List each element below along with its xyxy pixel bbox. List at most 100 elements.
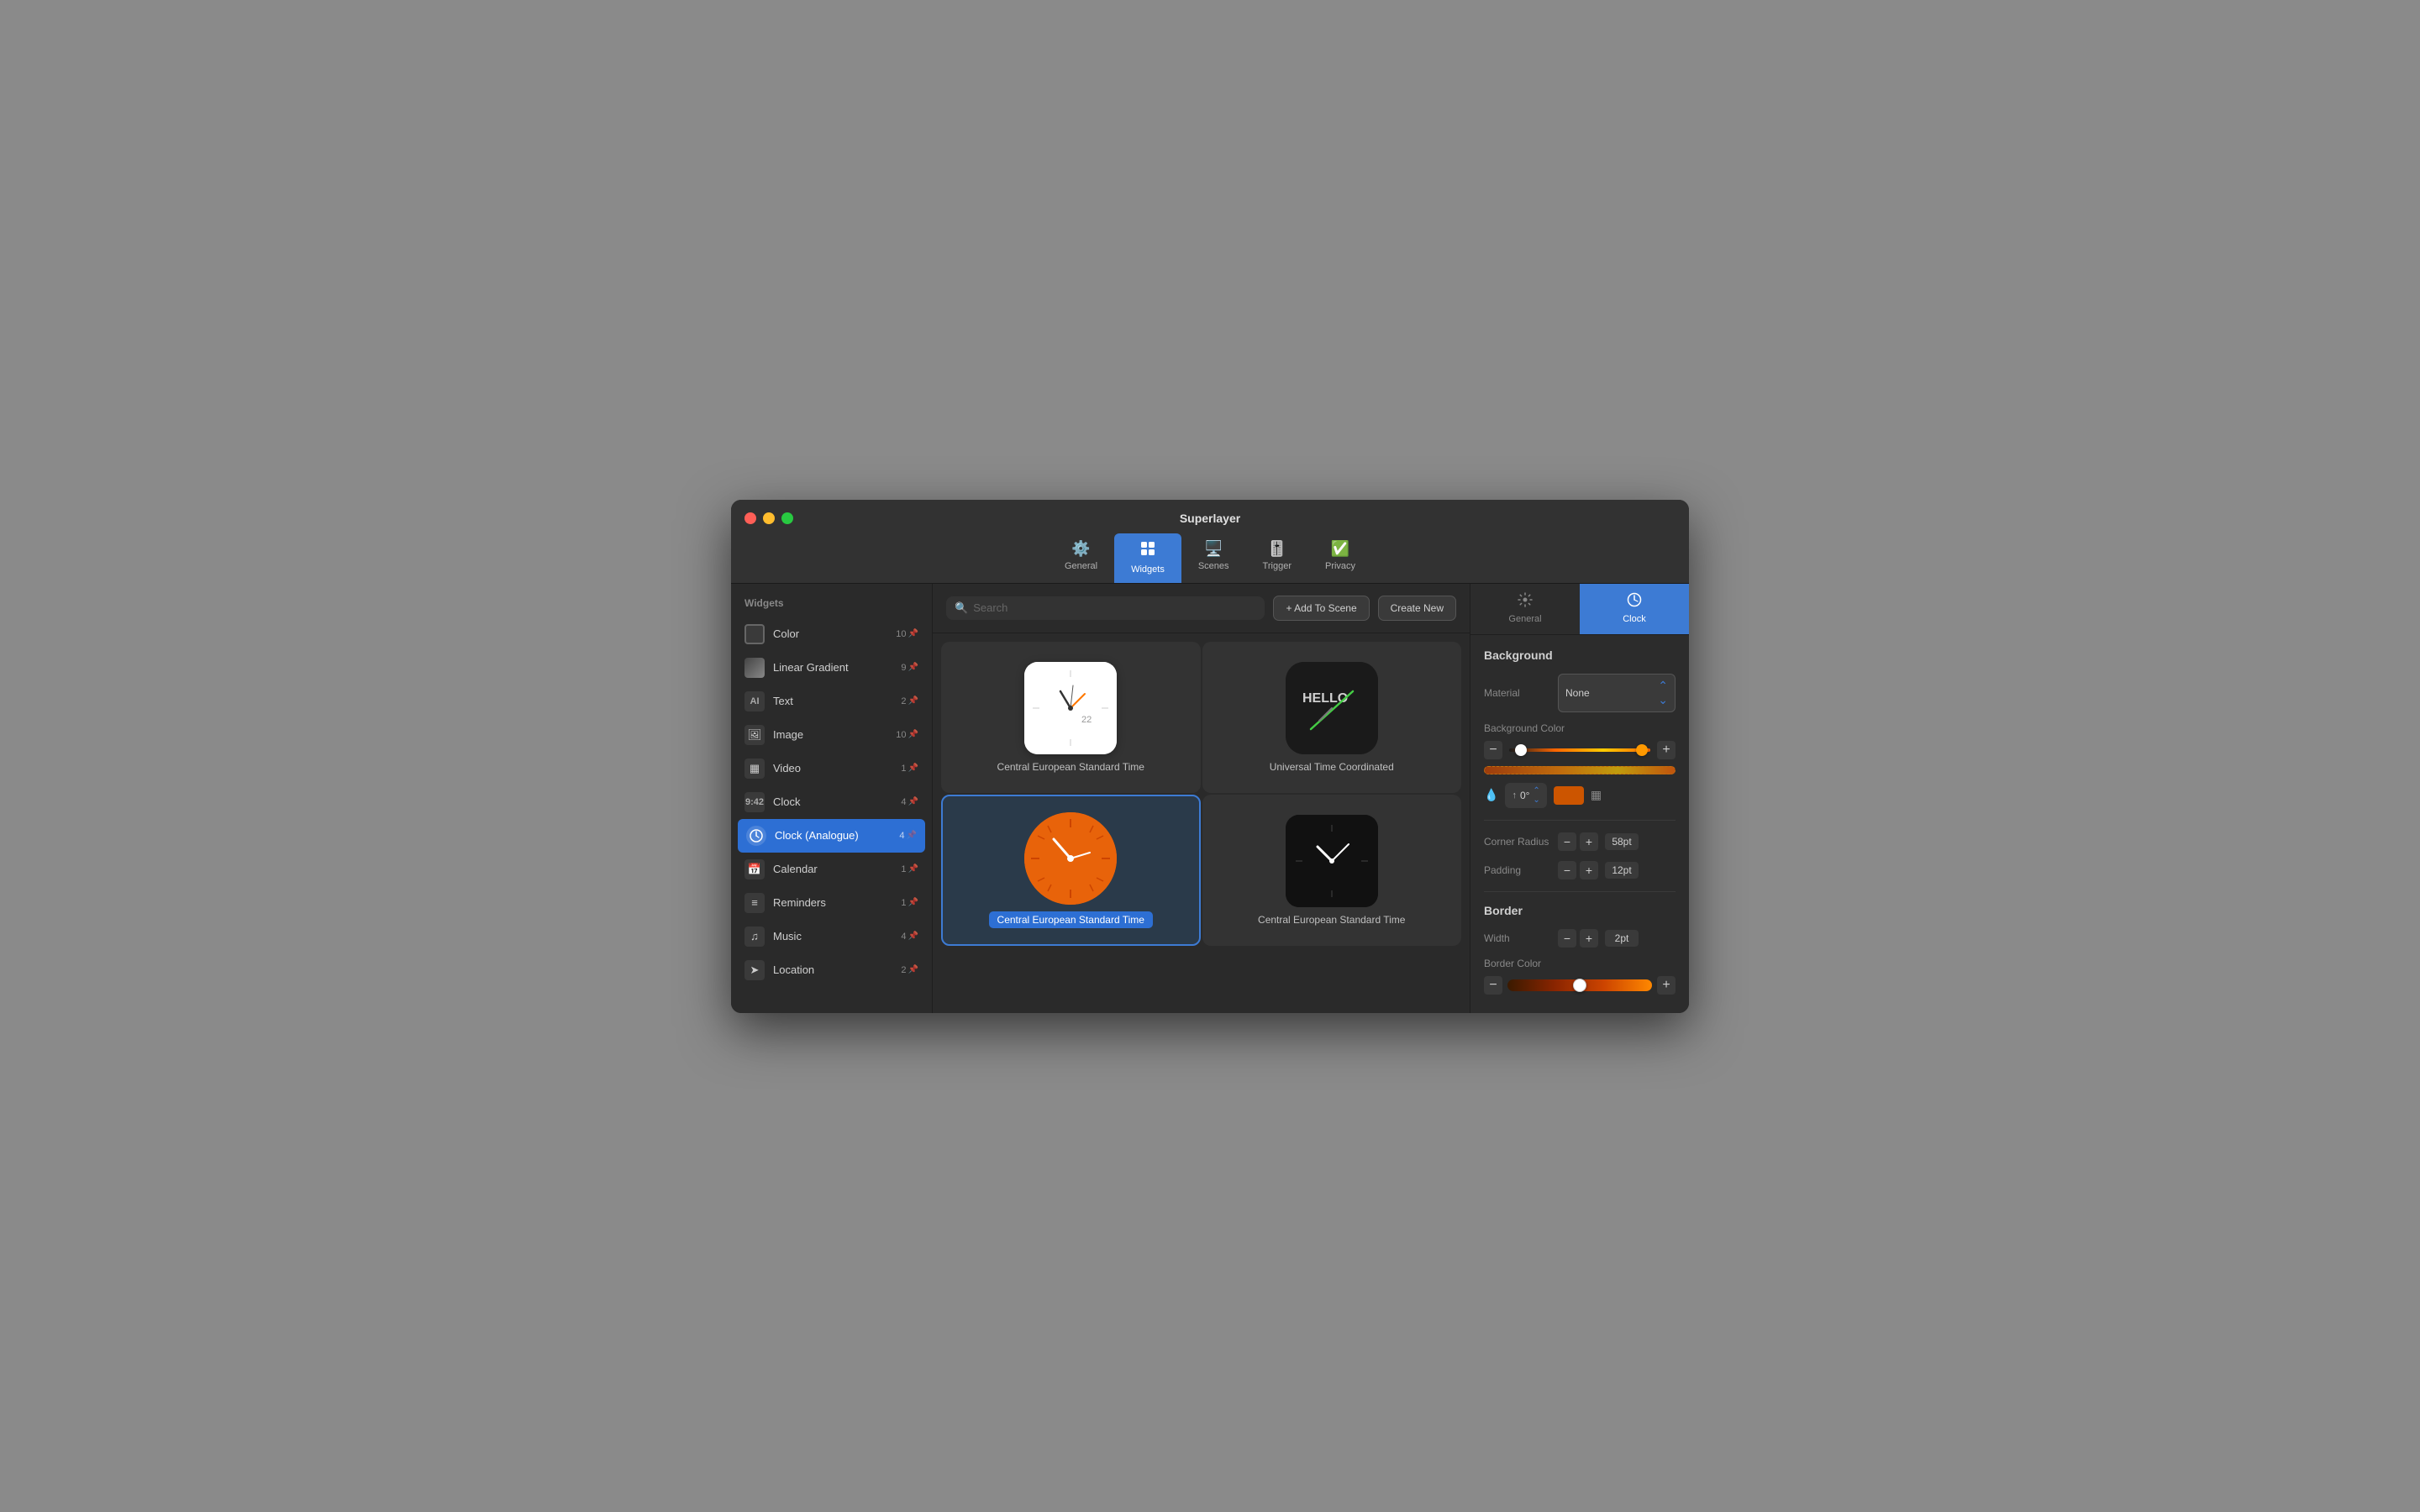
prop-border-width-plus[interactable]: + (1580, 929, 1598, 948)
sidebar-item-text[interactable]: AI Text 2 📌 (731, 685, 932, 718)
tab-widgets[interactable]: Widgets (1114, 533, 1181, 583)
prop-eyedropper-icon[interactable]: 💧 (1484, 788, 1498, 802)
widget-card-4[interactable]: Central European Standard Time (1202, 795, 1462, 946)
maximize-button[interactable] (781, 512, 793, 524)
search-input[interactable] (973, 601, 1256, 614)
sidebar-item-text-label: Text (773, 695, 892, 707)
sidebar-item-calendar-label: Calendar (773, 863, 892, 875)
prop-corner-minus[interactable]: − (1558, 832, 1576, 851)
prop-tab-general[interactable]: General (1470, 584, 1580, 634)
sidebar-item-color-count: 10 📌 (896, 629, 918, 639)
prop-body: Background Material None ⌃⌄ Background C… (1470, 635, 1689, 1013)
prop-border-color-minus[interactable]: − (1484, 976, 1502, 995)
tab-privacy-label: Privacy (1325, 561, 1355, 571)
sidebar-item-image[interactable]: 🖼 Image 10 📌 (731, 718, 932, 752)
prop-degree-box[interactable]: ↑ 0° ⌃⌄ (1505, 783, 1546, 808)
sidebar-item-linear-gradient[interactable]: Linear Gradient 9 📌 (731, 651, 932, 685)
prop-corner-radius-stepper: − + (1558, 832, 1598, 851)
sidebar-item-clock-analogue[interactable]: Clock (Analogue) 4 📌 (738, 819, 925, 853)
tab-privacy[interactable]: ✅ Privacy (1308, 533, 1372, 583)
prop-border-color-plus[interactable]: + (1657, 976, 1676, 995)
prop-color-swatch[interactable] (1554, 786, 1584, 805)
sidebar-item-calendar-count: 1 📌 (901, 864, 918, 874)
tab-trigger[interactable]: 🎚️ Trigger (1246, 533, 1308, 583)
sidebar-item-music-count: 4 📌 (901, 932, 918, 942)
prop-bg-color-label: Background Color (1484, 722, 1676, 734)
prop-border-color-slider[interactable] (1507, 979, 1652, 991)
location-icon: ➤ (744, 960, 765, 980)
prop-padding-row: Padding − + 12pt (1484, 861, 1676, 879)
up-arrow: ↑ (1512, 790, 1517, 801)
trigger-icon: 🎚️ (1268, 540, 1286, 558)
widget-4-label: Central European Standard Time (1258, 914, 1405, 926)
tab-trigger-label: Trigger (1263, 561, 1292, 571)
sidebar-item-reminders[interactable]: ≡ Reminders 1 📌 (731, 886, 932, 920)
sidebar-item-video-label: Video (773, 762, 892, 774)
prop-select-arrow: ⌃⌄ (1658, 679, 1668, 707)
widget-2-label: Universal Time Coordinated (1270, 761, 1394, 773)
sidebar-title: Widgets (731, 597, 932, 617)
color-icon (744, 624, 765, 644)
prop-padding-plus[interactable]: + (1580, 861, 1598, 879)
prop-material-label: Material (1484, 687, 1551, 699)
prop-grid-icon[interactable]: ▦ (1591, 788, 1602, 802)
sidebar-item-clock[interactable]: 9:42 Clock 4 📌 (731, 785, 932, 819)
sidebar-item-reminders-count: 1 📌 (901, 898, 918, 908)
tab-general-label: General (1065, 561, 1097, 571)
sidebar-item-clock-count: 4 📌 (901, 797, 918, 807)
widget-card-1[interactable]: 22 Central European Standard Time (941, 642, 1201, 793)
scenes-icon: 🖥️ (1204, 540, 1223, 558)
minimize-button[interactable] (763, 512, 775, 524)
widget-card-3[interactable]: Central European Standard Time (941, 795, 1201, 946)
sidebar-item-video[interactable]: ▦ Video 1 📌 (731, 752, 932, 785)
widget-card-2[interactable]: HELLO Universal Time Coordinated (1202, 642, 1462, 793)
svg-text:HELLO: HELLO (1302, 691, 1348, 706)
prop-border-width-minus[interactable]: − (1558, 929, 1576, 948)
sidebar-item-image-count: 10 📌 (896, 730, 918, 740)
clock-preview-2: HELLO (1286, 662, 1378, 754)
nav-tabs: ⚙️ General Widgets 🖥️ Scenes (1048, 533, 1372, 583)
sidebar-item-location-count: 2 📌 (901, 965, 918, 975)
sidebar-item-location[interactable]: ➤ Location 2 📌 (731, 953, 932, 987)
prop-border-width-value: 2pt (1605, 930, 1639, 947)
prop-color-minus[interactable]: − (1484, 741, 1502, 759)
prop-tab-clock[interactable]: Clock (1580, 584, 1689, 634)
prop-tab-general-label: General (1508, 614, 1541, 624)
sidebar-item-color-label: Color (773, 627, 887, 640)
prop-material-select[interactable]: None ⌃⌄ (1558, 674, 1676, 712)
prop-color-plus[interactable]: + (1657, 741, 1676, 759)
svg-text:22: 22 (1081, 715, 1092, 725)
clock-preview-4 (1286, 815, 1378, 907)
image-icon: 🖼 (744, 725, 765, 745)
create-new-button[interactable]: Create New (1378, 596, 1456, 621)
prop-border-color-row: − + (1484, 976, 1676, 995)
prop-material-row: Material None ⌃⌄ (1484, 674, 1676, 712)
sidebar-item-music[interactable]: ♫ Music 4 📌 (731, 920, 932, 953)
close-button[interactable] (744, 512, 756, 524)
reminders-icon: ≡ (744, 893, 765, 913)
sidebar-item-color[interactable]: Color 10 📌 (731, 617, 932, 651)
add-to-scene-button[interactable]: + Add To Scene (1273, 596, 1369, 621)
sidebar: Widgets Color 10 📌 Linear Gradient 9 📌 A… (731, 584, 933, 1013)
prop-padding-minus[interactable]: − (1558, 861, 1576, 879)
prop-color-slider[interactable] (1509, 748, 1650, 752)
sidebar-item-text-count: 2 📌 (901, 696, 918, 706)
privacy-icon: ✅ (1331, 540, 1349, 558)
sidebar-item-gradient-label: Linear Gradient (773, 661, 892, 674)
prop-clock-icon (1627, 592, 1642, 612)
sidebar-item-calendar[interactable]: 📅 Calendar 1 📌 (731, 853, 932, 886)
tab-widgets-label: Widgets (1131, 564, 1165, 575)
prop-corner-radius-label: Corner Radius (1484, 836, 1551, 848)
search-box[interactable]: 🔍 (946, 596, 1265, 620)
traffic-lights (744, 512, 793, 524)
prop-corner-plus[interactable]: + (1580, 832, 1598, 851)
tab-general[interactable]: ⚙️ General (1048, 533, 1114, 583)
prop-border-width-row: Width − + 2pt (1484, 929, 1676, 948)
degree-stepper-arrows: ⌃⌄ (1533, 786, 1539, 805)
tab-scenes-label: Scenes (1198, 561, 1229, 571)
sidebar-item-reminders-label: Reminders (773, 896, 892, 909)
tab-scenes[interactable]: 🖥️ Scenes (1181, 533, 1246, 583)
sidebar-item-image-label: Image (773, 728, 887, 741)
sidebar-item-gradient-count: 9 📌 (901, 663, 918, 673)
sidebar-item-music-label: Music (773, 930, 892, 942)
